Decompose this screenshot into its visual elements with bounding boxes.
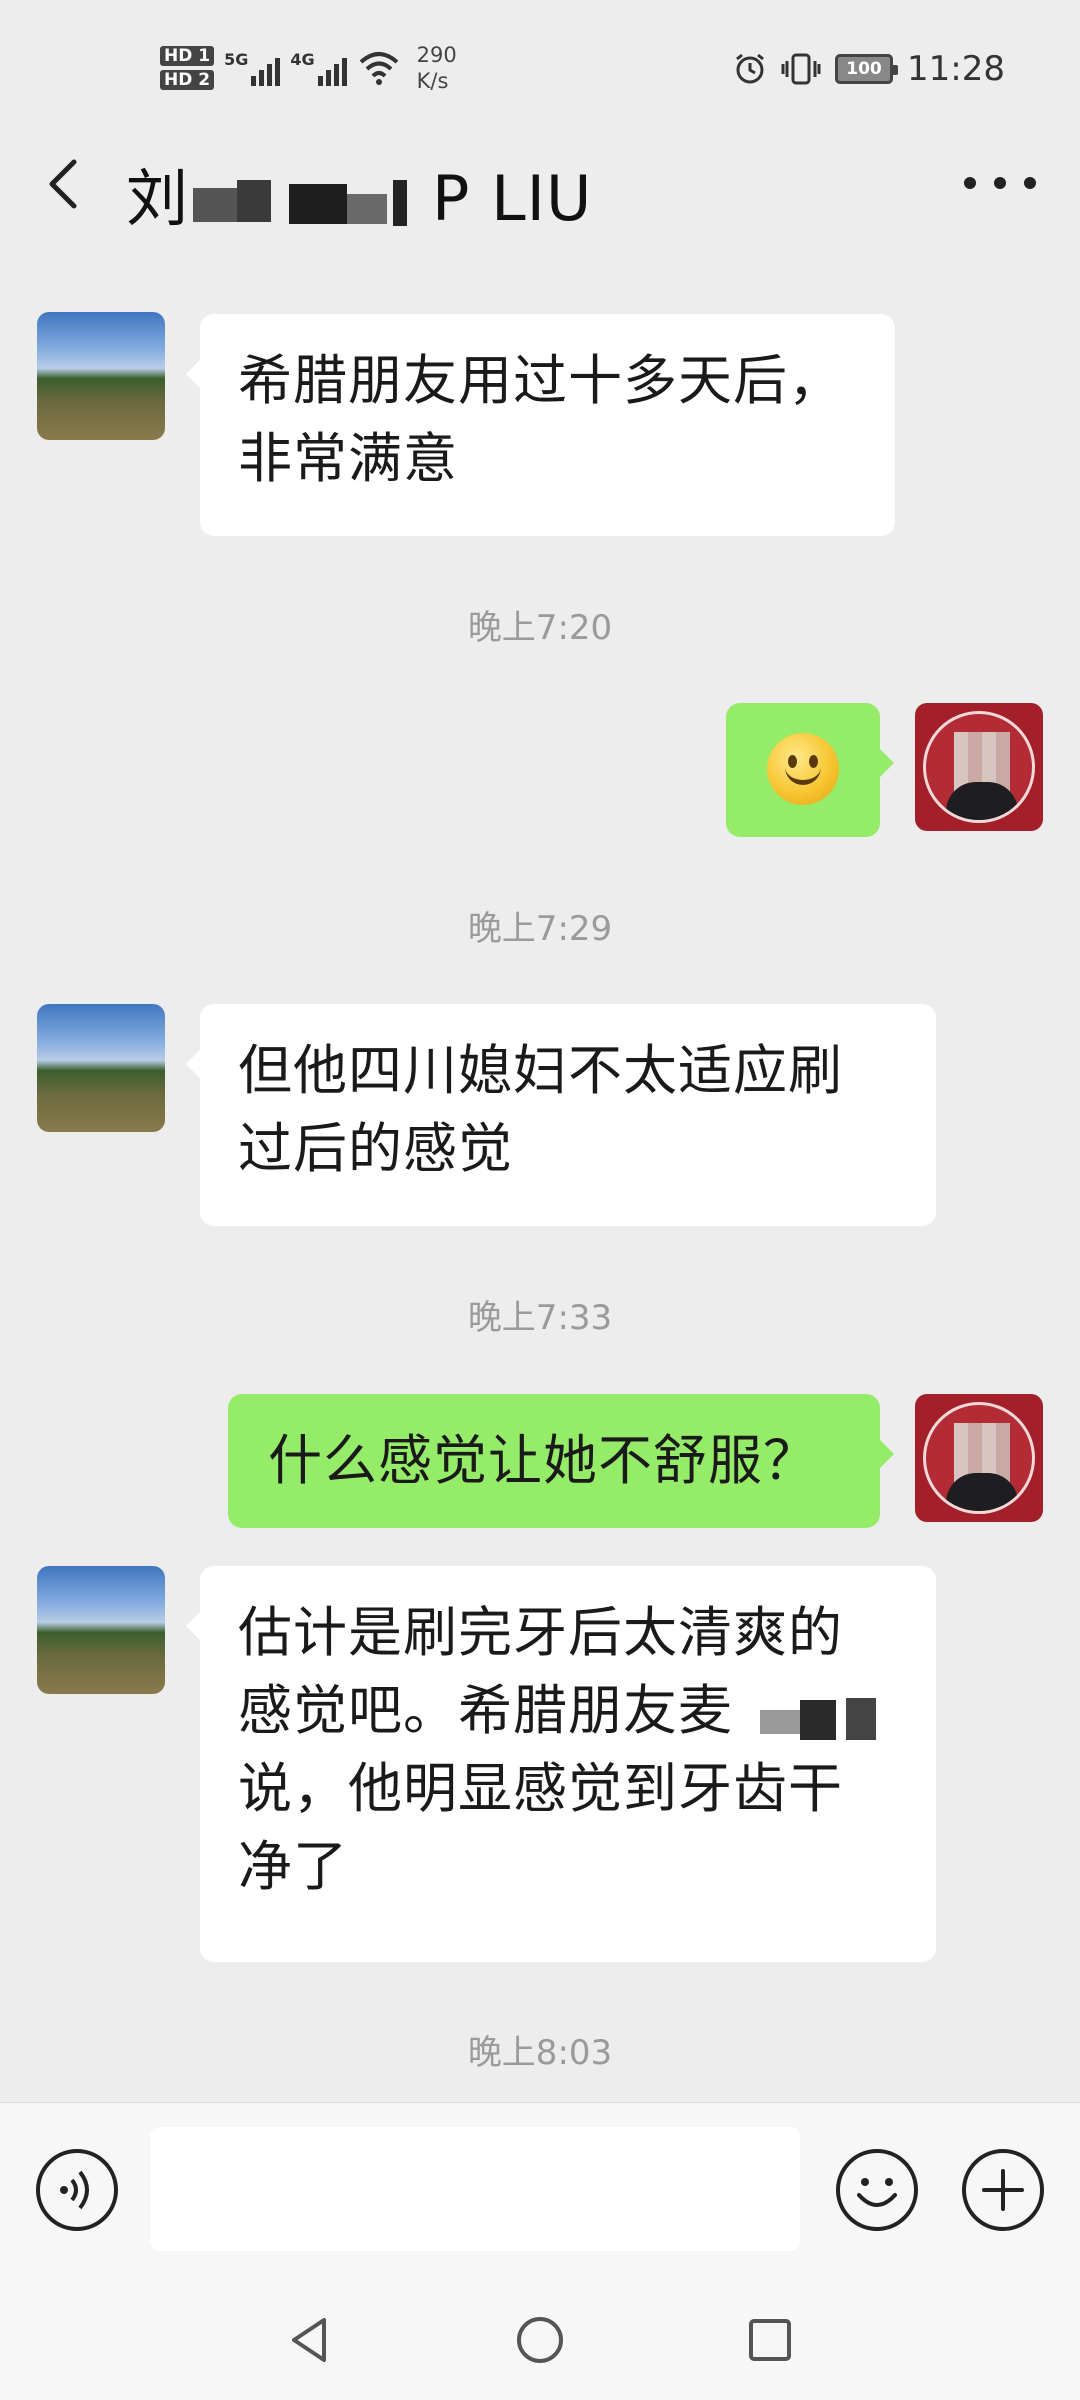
message-text: 什么感觉让她不舒服？ [268, 1429, 818, 1492]
status-right: 100 11:28 [733, 44, 1005, 94]
hd1-badge: HD 1 [160, 46, 215, 66]
timestamp: 晚上8:03 [467, 2033, 613, 2073]
incoming-message[interactable]: 希腊朋友用过十多天后， 非常满意 [186, 314, 895, 536]
message-text: 希腊朋友用过十多天后， 非常满意 [238, 349, 843, 490]
chat-title[interactable]: 刘 P LIU [126, 148, 592, 238]
redaction-mark [760, 1694, 890, 1744]
status-left: HD 1 HD 2 5G 4G 290 K/s [160, 36, 457, 100]
message-input[interactable] [150, 2127, 800, 2251]
incoming-message[interactable]: 估计是刷完牙后太清爽的 感觉吧。希腊朋友麦 说，他明显感觉到牙齿干 净了 [186, 1566, 936, 1962]
my-avatar[interactable] [915, 703, 1043, 831]
input-bar [0, 2102, 1080, 2280]
message-text: 但他四川媳妇不太适应刷 过后的感觉 [238, 1039, 843, 1180]
contact-avatar[interactable] [37, 312, 165, 440]
signal-5g-icon: 5G [224, 50, 281, 86]
speed-unit: K/s [416, 69, 449, 93]
university-seal-icon [923, 1402, 1035, 1514]
title-suffix: P LIU [432, 162, 593, 235]
battery-icon: 100 [835, 54, 899, 84]
timestamp: 晚上7:20 [467, 608, 613, 648]
net2-label: 4G [290, 50, 315, 69]
alarm-icon [736, 53, 764, 84]
nav-home-icon[interactable] [510, 2310, 570, 2370]
timestamp: 晚上7:33 [467, 1298, 613, 1338]
my-avatar[interactable] [915, 1394, 1043, 1522]
vibrate-icon [781, 53, 821, 85]
contact-avatar[interactable] [37, 1566, 165, 1694]
signal-4g-icon: 4G [290, 50, 347, 86]
nav-back-icon[interactable] [280, 2310, 340, 2370]
hd-indicators: HD 1 HD 2 [160, 46, 215, 90]
more-dots-icon[interactable] [964, 158, 1036, 208]
net1-label: 5G [224, 50, 249, 69]
timestamp: 晚上7:29 [467, 909, 613, 949]
contact-avatar[interactable] [37, 1004, 165, 1132]
redaction-mark [193, 174, 428, 232]
chat-header: 刘 P LIU [0, 130, 1080, 240]
clock: 11:28 [907, 49, 1005, 89]
chevron-left-icon[interactable] [36, 154, 96, 214]
smiley-emoji-icon [767, 733, 839, 805]
speed-value: 290 [416, 43, 457, 67]
nav-recents-icon[interactable] [740, 2310, 800, 2370]
message-text-continued: 说，他明显感觉到牙齿干 净了 [238, 1757, 843, 1898]
voice-icon[interactable] [34, 2147, 120, 2233]
outgoing-message[interactable] [726, 703, 894, 837]
incoming-message[interactable]: 但他四川媳妇不太适应刷 过后的感觉 [186, 1004, 936, 1226]
university-seal-icon [923, 711, 1035, 823]
title-prefix: 刘 [126, 162, 190, 235]
emoji-icon[interactable] [834, 2147, 920, 2233]
status-bar: HD 1 HD 2 5G 4G 290 K/s 100 11:28 [0, 0, 1080, 130]
plus-icon[interactable] [960, 2147, 1046, 2233]
hd2-badge: HD 2 [160, 70, 215, 90]
network-speed: 290 K/s [417, 42, 457, 94]
outgoing-message[interactable]: 什么感觉让她不舒服？ [228, 1394, 894, 1528]
system-nav-bar [0, 2280, 1080, 2400]
wifi-icon [359, 52, 398, 85]
